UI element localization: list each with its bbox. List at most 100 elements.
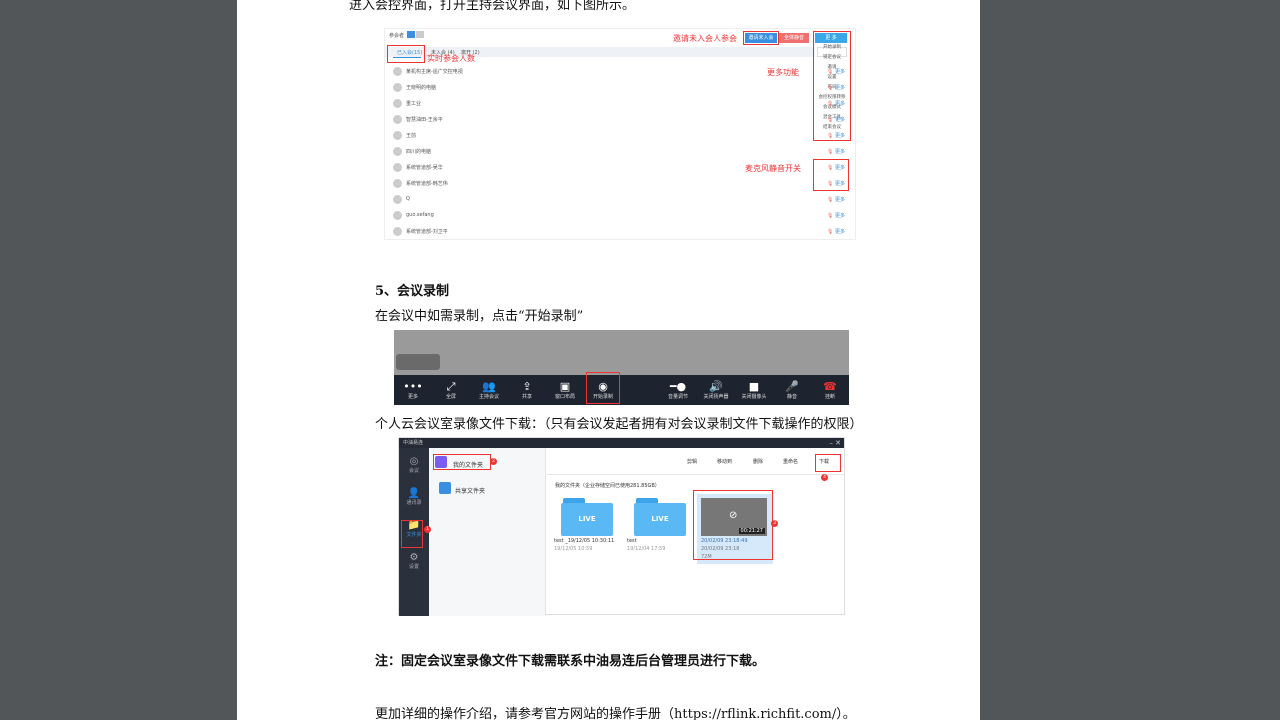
mic-icon[interactable]: 🎙 [827, 229, 833, 235]
toolbar-label: 关闭扬声器 [703, 394, 729, 400]
file-date: 19/12/05 10:59 [554, 546, 593, 552]
step-marker: 3 [771, 520, 778, 527]
document-page: 进入会控界面，打开主持会议界面，如下图所示。 参会者 已入会(15) 未入会 (… [237, 0, 980, 720]
mic-icon[interactable]: 🎙 [827, 85, 833, 91]
avatar [393, 130, 402, 140]
step-marker: 2 [490, 458, 497, 465]
more-link-label: 更多 [834, 229, 845, 235]
toolbar-button[interactable]: ⇪ 共享 [508, 375, 546, 405]
mute-all-button[interactable]: 全体静音 [779, 33, 809, 43]
toolbar-label: 挂断 [824, 394, 835, 400]
participant-name: 系统管道部-吴华 [406, 164, 443, 171]
file-name: test [627, 538, 637, 544]
shared-folder-icon [439, 482, 451, 494]
mic-icon[interactable]: 🎙 [827, 197, 833, 203]
download-instruction: 个人云会议室录像文件下载：（只有会议发起者拥有对会议录制文件下载操作的权限） [375, 417, 863, 432]
mic-icon[interactable]: 🎙 [827, 213, 833, 219]
toolbar-button[interactable]: ■ 关闭摄像头 [735, 375, 773, 405]
participant-row: 某机构主席-遥广交控电视 [393, 65, 463, 77]
sidebar-icon: 👤 [407, 488, 421, 499]
participant-more-link[interactable]: 🎙 更多 [827, 68, 845, 75]
participant-name: guo.sefang [406, 212, 434, 218]
participant-row: 四川的电脑 [393, 145, 431, 157]
avatar [393, 82, 402, 92]
avatar [393, 178, 402, 188]
toolbar-label: 静音 [786, 394, 797, 400]
sidebar-icon: ⚙ [409, 552, 419, 563]
toolbar-icon: ⇪ [522, 380, 532, 393]
mic-icon[interactable]: 🎙 [827, 101, 833, 107]
toolbar-button[interactable]: ••• 更多 [394, 375, 432, 405]
toolbar-label: 关闭摄像头 [741, 394, 767, 400]
more-link-label: 更多 [834, 101, 845, 107]
participant-more-link[interactable]: 🎙 更多 [827, 196, 845, 203]
mic-icon[interactable]: 🎙 [827, 69, 833, 75]
toolbar-icon: ▣ [559, 380, 571, 393]
folder-thumbnail[interactable]: LIVE [634, 498, 686, 536]
avatar [393, 194, 402, 204]
section-title: 5、会议录制 [375, 284, 450, 299]
participant-more-link[interactable]: 🎙 更多 [827, 100, 845, 107]
toolbar-label: 共享 [521, 394, 532, 400]
file-action-button[interactable]: 重命名 [783, 458, 798, 465]
toolbar-button[interactable]: ━● 音量调节 [659, 375, 697, 405]
toolbar-label: 全屏 [445, 394, 456, 400]
participant-more-link[interactable]: 🎙 更多 [827, 212, 845, 219]
sidebar-label: 会议 [408, 468, 419, 474]
participant-row: 系统管道部-刘卫平 [393, 225, 448, 237]
file-action-button[interactable]: 删除 [753, 458, 763, 465]
participant-name: 某机构主席-遥广交控电视 [406, 68, 463, 75]
mic-icon[interactable]: 🎙 [827, 149, 833, 155]
participant-name: 系统管道部-韩艺伟 [406, 180, 448, 187]
participant-more-link[interactable]: 🎙 更多 [827, 148, 845, 155]
app-titlebar: 中油易连 [399, 438, 844, 448]
annotation-more: 更多功能 [767, 68, 799, 77]
participant-name: 重工业 [406, 100, 422, 107]
sidebar-label: 设置 [408, 564, 419, 570]
folder-thumbnail[interactable]: LIVE [561, 498, 613, 536]
participant-row: Q [393, 193, 410, 205]
file-action-button[interactable]: 移动到 [717, 458, 732, 465]
participant-more-link[interactable]: 🎙 更多 [827, 228, 845, 235]
participant-row: 王晓明的电脑 [393, 81, 436, 93]
step-marker: 1 [424, 526, 431, 533]
meeting-toolbar: ••• 更多 ⤢ 全屏 👥 主持会议 ⇪ 共享 ▣ 窗口布局 ◉ 开始录制 ━● 音量调节 🔊 关闭扬声器 ■… [394, 375, 849, 405]
participant-more-link[interactable]: 🎙 更多 [827, 84, 845, 91]
toolbar-button[interactable]: ⤢ 全屏 [432, 375, 470, 405]
toolbar-button[interactable]: 👥 主持会议 [470, 375, 508, 405]
avatar [393, 98, 402, 108]
participant-name: 王晓明的电脑 [406, 84, 437, 91]
participant-row: 王前 [393, 129, 416, 141]
toolbar-label: 主持会议 [478, 394, 499, 400]
sidebar-item[interactable]: ⚙ 设置 [399, 552, 429, 570]
mic-icon[interactable]: 🎙 [827, 117, 833, 123]
note-text: 注：固定会议室录像文件下载需联系中油易连后台管理员进行下载。 [375, 654, 766, 669]
toolbar-button[interactable]: 🔊 关闭扬声器 [697, 375, 735, 405]
sidebar-item[interactable]: 👤 通讯录 [399, 488, 429, 506]
toolbar-icon: ☎ [823, 380, 837, 393]
toolbar-icon: 🎤 [785, 380, 799, 393]
participant-more-link[interactable]: 🎙 更多 [827, 132, 845, 139]
avatar [393, 66, 402, 76]
close-icon[interactable]: – ✕ [829, 439, 841, 447]
avatar [393, 226, 402, 236]
sidebar-item[interactable]: ◎ 会议 [399, 456, 429, 474]
toolbar-button[interactable]: 🎤 静音 [773, 375, 811, 405]
participant-name: 王前 [406, 132, 417, 139]
participant-more-link[interactable]: 🎙 更多 [827, 116, 845, 123]
shared-folder-item[interactable]: 共享文件夹 [455, 486, 485, 495]
toolbar-button[interactable]: ▣ 窗口布局 [546, 375, 584, 405]
sidebar-label: 通讯录 [406, 500, 422, 506]
more-link-label: 更多 [834, 213, 845, 219]
participant-name: Q [406, 196, 410, 202]
toolbar-icon: 👥 [482, 380, 496, 393]
toolbar-button[interactable]: ☎ 挂断 [811, 375, 849, 405]
annotation-invite: 邀请未入会人参会 [673, 34, 737, 43]
participant-name: 智慧油田-王余平 [406, 116, 443, 123]
mic-icon[interactable]: 🎙 [827, 133, 833, 139]
annotation-mic: 麦克风静音开关 [745, 164, 801, 173]
meeting-toolbar-figure: ••• 更多 ⤢ 全屏 👥 主持会议 ⇪ 共享 ▣ 窗口布局 ◉ 开始录制 ━● 音量调节 🔊 关闭扬声器 ■… [394, 330, 849, 405]
file-action-button[interactable]: 剪辑 [687, 458, 697, 465]
more-link-label: 更多 [834, 117, 845, 123]
participant-row: 重工业 [393, 97, 421, 109]
